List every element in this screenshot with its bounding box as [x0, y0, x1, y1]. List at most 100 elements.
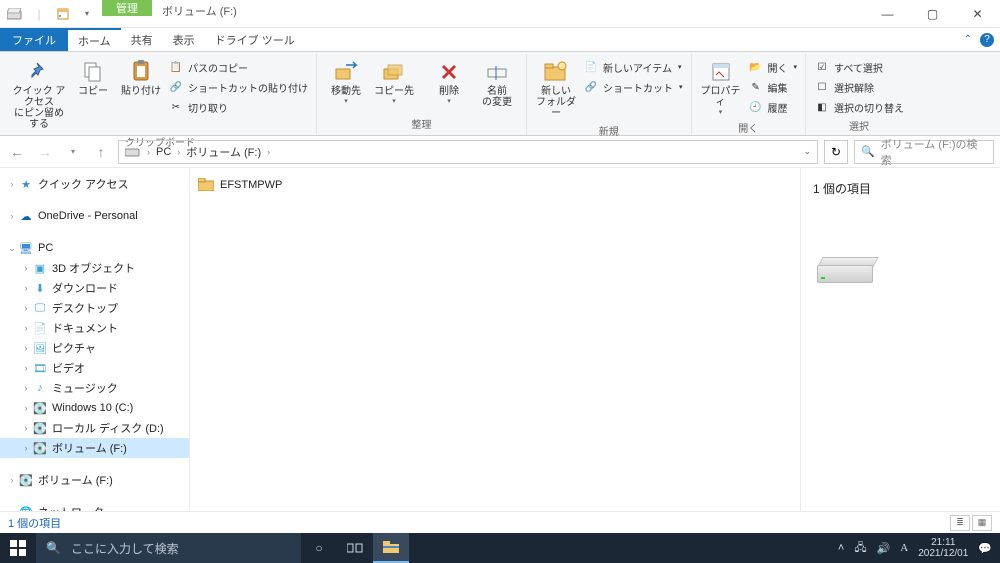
moveto-button[interactable]: 移動先 ▾	[323, 56, 369, 107]
rename-button[interactable]: 名前 の変更	[474, 56, 520, 110]
manage-contextual-tab[interactable]: 管理	[102, 0, 152, 16]
tree-onedrive[interactable]: › ☁ OneDrive - Personal	[0, 206, 189, 226]
new-shortcut-button[interactable]: 🔗ショートカット▾	[581, 78, 685, 96]
delete-button[interactable]: 削除 ▾	[426, 56, 472, 107]
tree-volume-f-root[interactable]: ›💽ボリューム (F:)	[0, 470, 189, 490]
tray-overflow-icon[interactable]: ˄	[838, 542, 844, 554]
titlebar: | ▾ 管理 ボリューム (F:) — ▢ ✕	[0, 0, 1000, 28]
moveto-icon	[330, 58, 362, 86]
view-tab[interactable]: 表示	[163, 28, 205, 51]
pin-quick-access-button[interactable]: クイック アクセス にピン留めする	[10, 56, 68, 132]
copyto-button[interactable]: コピー先 ▾	[371, 56, 417, 107]
tree-d-drive[interactable]: ›💽ローカル ディスク (D:)	[0, 418, 189, 438]
tree-network[interactable]: ›🌐ネットワーク	[0, 502, 189, 511]
refresh-button[interactable]: ↻	[824, 140, 848, 164]
view-details-button[interactable]: ≣	[950, 515, 970, 531]
breadcrumb-volume[interactable]: ボリューム (F:)	[186, 144, 261, 160]
tree-label: クイック アクセス	[38, 176, 129, 192]
maximize-button[interactable]: ▢	[910, 0, 955, 27]
recent-dropdown[interactable]: ▾	[62, 141, 84, 163]
tray-ime-icon[interactable]: A	[900, 542, 908, 554]
view-large-button[interactable]: ▦	[972, 515, 992, 531]
drive-tools-tab[interactable]: ドライブ ツール	[205, 28, 305, 51]
back-button[interactable]: ←	[6, 141, 28, 163]
invert-label: 選択の切り替え	[834, 100, 904, 115]
select-all-button[interactable]: ☑すべて選択	[812, 58, 906, 76]
paste-shortcut-label: ショートカットの貼り付け	[188, 80, 308, 95]
tree-label: ボリューム (F:)	[52, 440, 127, 456]
open-button[interactable]: 📂開く▾	[746, 58, 800, 76]
tree-documents[interactable]: ›📄ドキュメント	[0, 318, 189, 338]
cortana-button[interactable]: ○	[301, 533, 337, 563]
paste-shortcut-button[interactable]: 🔗ショートカットの貼り付け	[166, 78, 310, 96]
copy-button[interactable]: コピー	[70, 56, 116, 99]
breadcrumb-sep[interactable]: ›	[147, 147, 150, 157]
tree-desktop[interactable]: ›🖵デスクトップ	[0, 298, 189, 318]
caret-icon[interactable]: ⌄	[6, 243, 18, 254]
tree-quick-access[interactable]: › ★ クイック アクセス	[0, 174, 189, 194]
copy-path-button[interactable]: 📋パスのコピー	[166, 58, 310, 76]
start-button[interactable]	[0, 533, 36, 563]
qat-dropdown-icon[interactable]: ▾	[76, 3, 98, 25]
delete-icon	[433, 58, 465, 86]
search-icon: 🔍	[861, 145, 875, 158]
collapse-ribbon-icon[interactable]: ⌃	[964, 34, 972, 45]
select-group: ☑すべて選択 ☐選択解除 ◧選択の切り替え 選択	[806, 54, 912, 135]
action-center-icon[interactable]: 💬	[978, 542, 992, 555]
invert-selection-button[interactable]: ◧選択の切り替え	[812, 98, 906, 116]
share-tab[interactable]: 共有	[121, 28, 163, 51]
tree-videos[interactable]: ›🎞ビデオ	[0, 358, 189, 378]
tree-label: デスクトップ	[52, 300, 118, 316]
file-list[interactable]: EFSTMPWP	[190, 168, 800, 511]
caret-icon[interactable]: ›	[6, 211, 18, 221]
properties-button[interactable]: プロパティ ▾	[698, 56, 744, 118]
shortcut2-icon: 🔗	[583, 79, 599, 95]
tree-pc[interactable]: ⌄ 🖥 PC	[0, 238, 189, 258]
tray-network-icon[interactable]: 🖧	[854, 539, 866, 558]
explorer-taskbar-button[interactable]	[373, 533, 409, 563]
history-button[interactable]: 🕘履歴	[746, 98, 800, 116]
minimize-button[interactable]: —	[865, 0, 910, 27]
taskbar-clock[interactable]: 21:11 2021/12/01	[918, 537, 968, 559]
cut-button[interactable]: ✂切り取り	[166, 98, 310, 116]
address-dropdown-icon[interactable]: ⌄	[803, 146, 811, 157]
file-tab[interactable]: ファイル	[0, 28, 68, 51]
preview-count: 1 個の項目	[813, 180, 988, 197]
selectnone-icon: ☐	[814, 79, 830, 95]
search-box[interactable]: 🔍 ボリューム (F:)の検索	[854, 140, 994, 164]
task-view-button[interactable]	[337, 533, 373, 563]
caret-icon[interactable]: ›	[6, 179, 18, 189]
tree-label: ピクチャ	[52, 340, 96, 356]
star-icon: ★	[18, 176, 34, 192]
tree-pictures[interactable]: ›🖼ピクチャ	[0, 338, 189, 358]
breadcrumb-sep[interactable]: ›	[177, 147, 180, 157]
tree-label: OneDrive - Personal	[38, 210, 138, 222]
new-folder-button[interactable]: 新しい フォルダー	[533, 56, 579, 121]
forward-button[interactable]: →	[34, 141, 56, 163]
select-none-button[interactable]: ☐選択解除	[812, 78, 906, 96]
taskbar-search[interactable]: 🔍 ここに入力して検索	[36, 533, 301, 563]
breadcrumb-sep[interactable]: ›	[267, 147, 270, 157]
paste-button[interactable]: 貼り付け	[118, 56, 164, 99]
address-row: ← → ▾ ↑ › PC › ボリューム (F:) › ⌄ ↻ 🔍 ボリューム …	[0, 136, 1000, 168]
tray-volume-icon[interactable]: 🔊	[877, 542, 891, 555]
new-item-button[interactable]: 📄新しいアイテム▾	[581, 58, 685, 76]
tree-3dobjects[interactable]: ›▣3D オブジェクト	[0, 258, 189, 278]
qat-properties-icon[interactable]	[52, 3, 74, 25]
tree-music[interactable]: ›♪ミュージック	[0, 378, 189, 398]
tree-downloads[interactable]: ›⬇ダウンロード	[0, 278, 189, 298]
up-button[interactable]: ↑	[90, 141, 112, 163]
help-icon[interactable]: ?	[980, 33, 994, 47]
edit-button[interactable]: ✎編集	[746, 78, 800, 96]
home-tab[interactable]: ホーム	[68, 28, 121, 51]
breadcrumb-pc[interactable]: PC	[156, 146, 171, 158]
newfolder-icon	[540, 58, 572, 86]
tree-c-drive[interactable]: ›💽Windows 10 (C:)	[0, 398, 189, 418]
tree-label: PC	[38, 242, 53, 254]
folder-item[interactable]: EFSTMPWP	[198, 178, 792, 191]
close-button[interactable]: ✕	[955, 0, 1000, 27]
address-bar[interactable]: › PC › ボリューム (F:) › ⌄	[118, 140, 818, 164]
tree-label: ミュージック	[52, 380, 118, 396]
desktop-icon: 🖵	[32, 300, 48, 316]
tree-f-drive[interactable]: ›💽ボリューム (F:)	[0, 438, 189, 458]
